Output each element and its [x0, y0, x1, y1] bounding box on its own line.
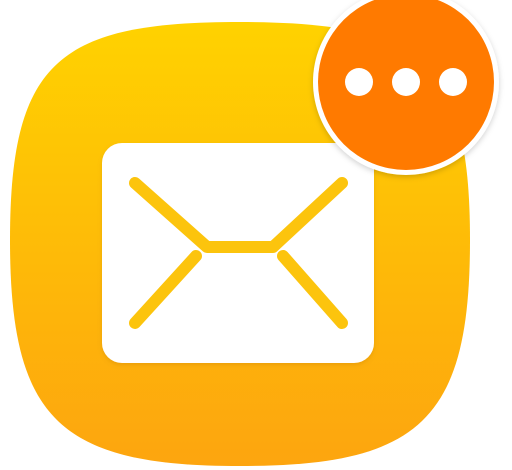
dot-2 — [392, 68, 420, 96]
mail-icon — [102, 143, 374, 363]
dot-1 — [345, 68, 373, 96]
more-dots-icon — [345, 68, 467, 96]
app-icon-stage — [0, 0, 512, 470]
dot-3 — [439, 68, 467, 96]
mail-app-icon[interactable] — [0, 0, 512, 470]
